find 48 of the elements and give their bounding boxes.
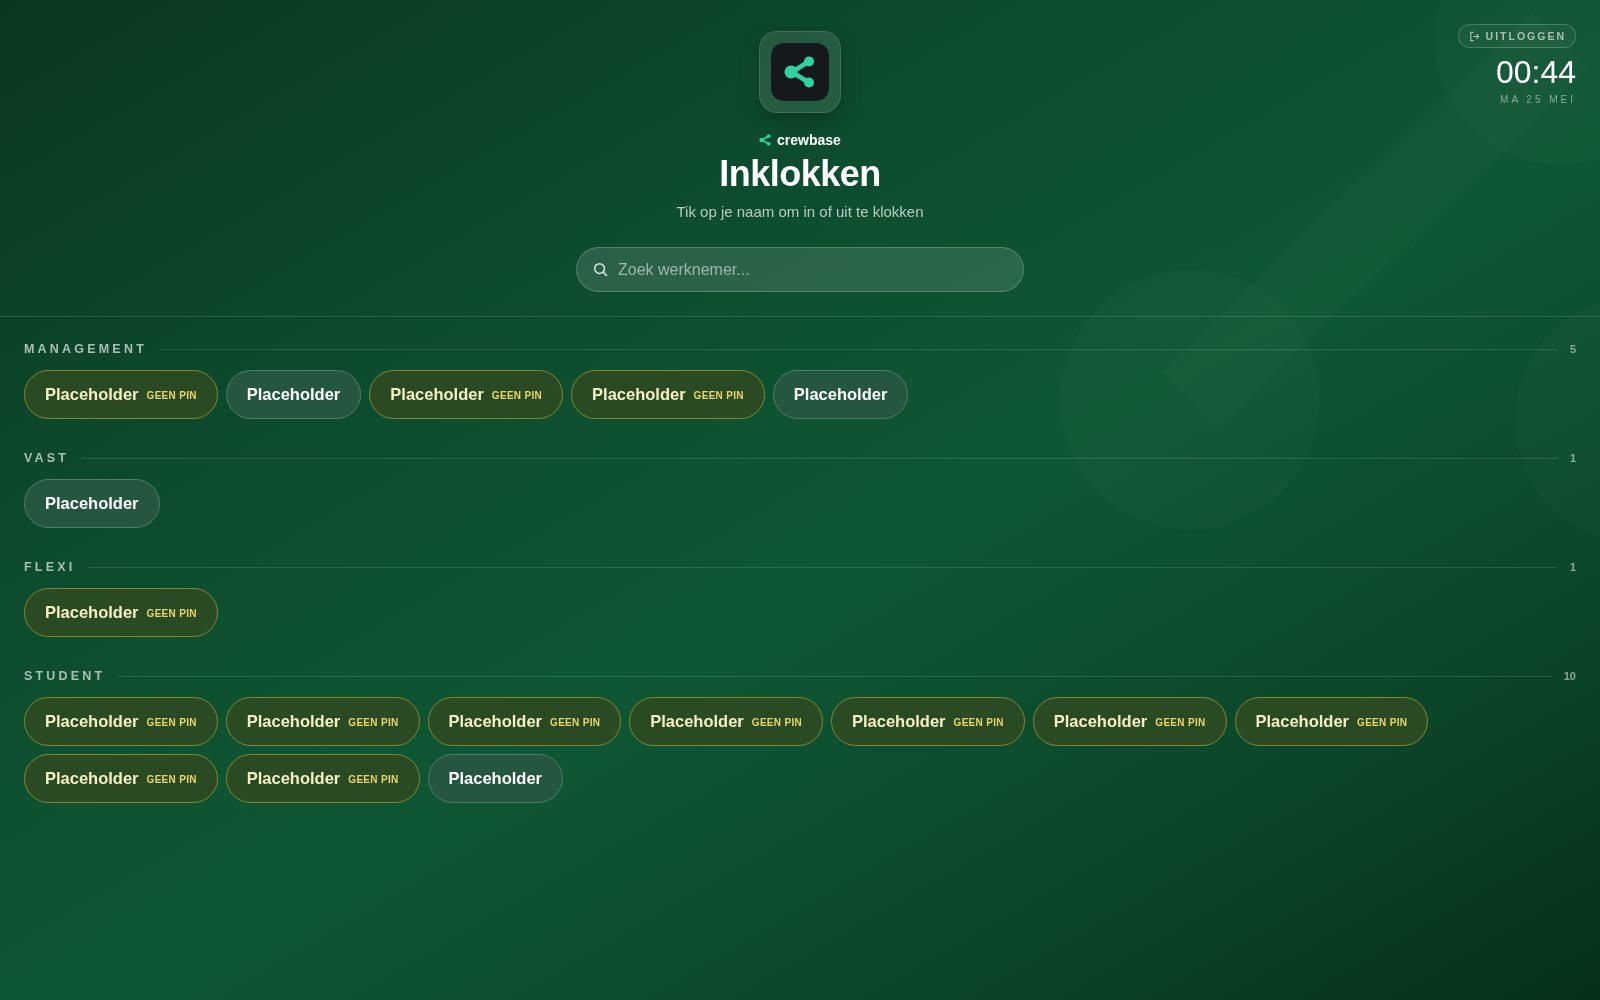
employee-button[interactable]: Placeholder GEEN PIN [24,370,218,419]
no-pin-label: GEEN PIN [1357,716,1408,728]
section-count: 1 [1569,561,1576,573]
no-pin-label: GEEN PIN [146,773,197,785]
clock-time: 00:44 [1495,56,1576,88]
section-title: FLEXI [24,560,76,574]
page-subtitle: Tik op je naam om in of uit te klokken [676,202,924,222]
employee-button[interactable]: Placeholder GEEN PIN [24,588,218,637]
logout-button[interactable]: UITLOGGEN [1457,24,1576,48]
share-icon [759,134,772,146]
no-pin-label: GEEN PIN [550,716,601,728]
section-title: MANAGEMENT [24,342,147,356]
section-title: STUDENT [24,669,106,683]
no-pin-label: GEEN PIN [491,389,543,401]
no-pin-label: GEEN PIN [953,716,1004,728]
employee-button[interactable]: Placeholder GEEN PIN [831,697,1025,746]
employee-button[interactable]: Placeholder GEEN PIN [1234,697,1429,746]
section-count: 5 [1569,343,1576,355]
no-pin-label: GEEN PIN [1155,716,1206,728]
section-count: 10 [1563,670,1576,682]
employee-button[interactable]: Placeholder GEEN PIN [225,754,420,803]
page-title: Inklokken [719,152,881,196]
no-pin-label: GEEN PIN [348,773,399,785]
section-count: 1 [1569,452,1576,464]
employee-button[interactable]: Placeholder [24,479,160,528]
search-icon [593,262,608,277]
no-pin-label: GEEN PIN [146,389,197,401]
employee-button[interactable]: Placeholder GEEN PIN [1032,697,1227,746]
section-title: VAST [24,451,70,465]
no-pin-label: GEEN PIN [751,716,802,728]
employee-button[interactable]: Placeholder [772,370,909,419]
logout-icon [1468,30,1480,42]
employee-button[interactable]: Placeholder [225,370,362,419]
no-pin-label: GEEN PIN [146,716,197,728]
clock-date: MA 25 MEI [1500,94,1576,106]
employee-button[interactable]: Placeholder GEEN PIN [225,697,420,746]
employee-button[interactable]: Placeholder GEEN PIN [571,370,765,419]
no-pin-label: GEEN PIN [146,607,197,619]
share-logo-icon [759,31,841,113]
employee-button[interactable]: Placeholder GEEN PIN [24,697,218,746]
no-pin-label: GEEN PIN [348,716,399,728]
employee-button[interactable]: Placeholder GEEN PIN [24,754,218,803]
employee-button[interactable]: Placeholder GEEN PIN [369,370,564,419]
employee-button[interactable]: Placeholder [427,754,564,803]
employee-button[interactable]: Placeholder GEEN PIN [427,697,622,746]
employee-button[interactable]: Placeholder GEEN PIN [629,697,823,746]
brand-name: crewbase [777,132,841,148]
no-pin-label: GEEN PIN [693,389,744,401]
